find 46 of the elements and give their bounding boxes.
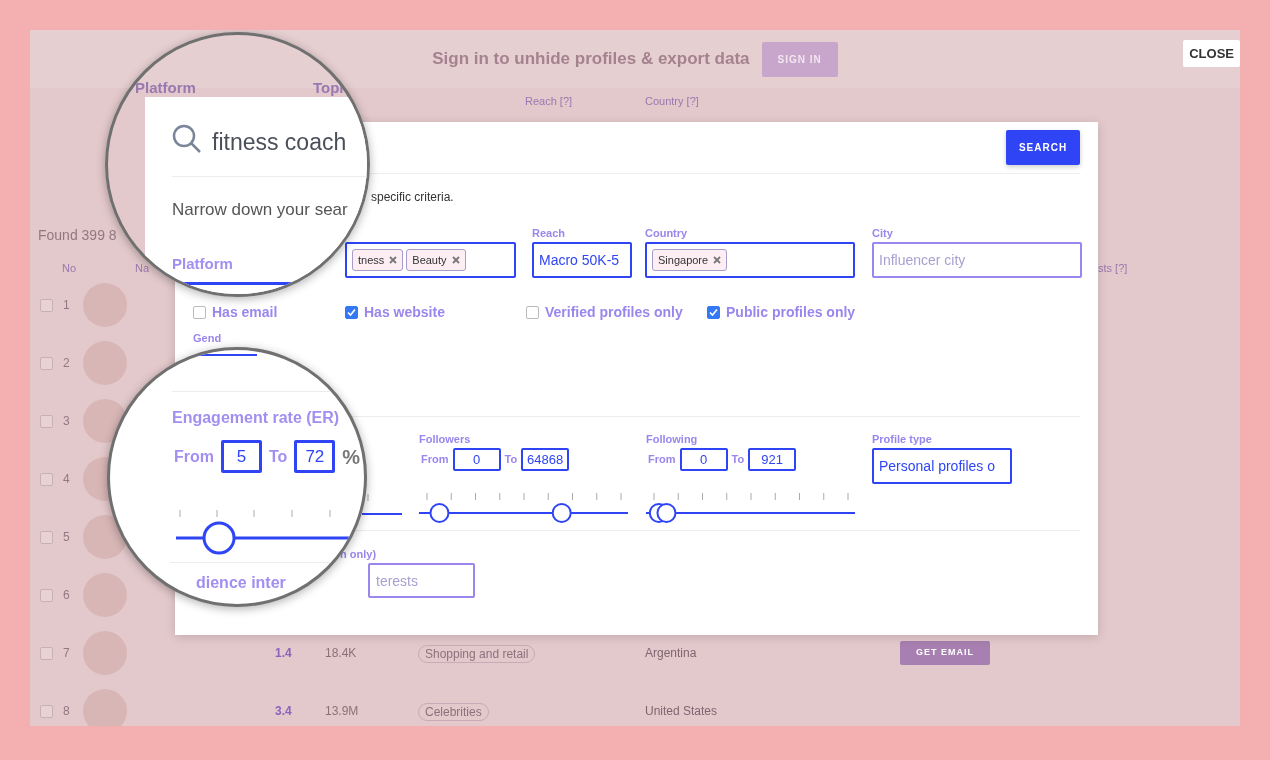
checkbox-label: Has website	[364, 302, 445, 322]
field-label: City	[872, 226, 894, 240]
to-label: To	[731, 452, 745, 468]
filter-label: Reach [?]	[525, 95, 573, 107]
column-header: No	[62, 261, 77, 274]
checkbox-label: Public profiles only	[726, 302, 856, 322]
from-label: From	[174, 446, 214, 467]
percent-unit: %	[342, 444, 361, 470]
sign-in-message: Sign in to unhide profiles & export data	[432, 48, 750, 71]
checkbox-label: Has email	[212, 302, 278, 322]
field-label: Followers	[419, 432, 472, 446]
row-number: 1	[63, 298, 70, 312]
filter-label: Topi	[313, 78, 344, 98]
field-label: Gend	[193, 332, 222, 344]
row-number: 5	[63, 530, 70, 544]
checkbox-label: Verified profiles only	[545, 302, 683, 322]
follower-count: 13.9M	[325, 704, 359, 718]
section-title: dience inter	[196, 573, 286, 593]
engagement-rate: 1.4	[275, 646, 292, 660]
field-label: Following	[646, 432, 699, 446]
country-name: Argentina	[645, 646, 697, 660]
row-number: 2	[63, 356, 70, 370]
row-number: 4	[63, 472, 70, 486]
description-text: Narrow down your sear	[172, 199, 348, 221]
follower-count: 18.4K	[325, 646, 357, 660]
description-text: specific criteria.	[371, 189, 455, 206]
row-number: 3	[63, 414, 70, 428]
section-title: Engagement rate (ER)	[172, 408, 340, 428]
engagement-rate: 3.4	[275, 704, 292, 718]
to-label: To	[504, 452, 518, 468]
field-label: Reach	[532, 226, 567, 240]
filter-label: Country [?]	[645, 95, 699, 107]
country-name: United States	[645, 704, 718, 718]
column-header: sts [?]	[1098, 261, 1128, 274]
from-label: From	[421, 452, 449, 468]
field-label: Profile type	[872, 432, 933, 446]
row-number: 8	[63, 704, 70, 718]
results-count: Found 399 8	[38, 227, 117, 243]
to-label: To	[269, 446, 288, 467]
field-label: Country	[645, 226, 689, 240]
row-number: 7	[63, 646, 70, 660]
column-header: Na	[135, 261, 150, 274]
search-query: fitness coach	[212, 128, 347, 157]
row-number: 6	[63, 588, 70, 602]
from-label: From	[648, 452, 676, 468]
filter-label: Platform	[135, 78, 196, 98]
